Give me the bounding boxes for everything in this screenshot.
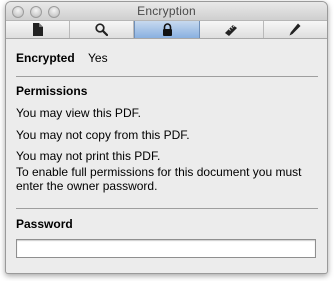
ruler-icon [225, 24, 238, 36]
tab-search[interactable] [70, 21, 135, 38]
encrypted-label: Encrypted [16, 51, 75, 65]
title-bar[interactable]: Encryption [6, 2, 327, 21]
permissions-note: To enable full permissions for this docu… [16, 165, 302, 193]
pen-icon [289, 23, 301, 36]
inspector-window: Encryption Encrypted Yes Permissions You… [5, 1, 328, 274]
section-divider [16, 76, 318, 77]
lock-icon [162, 23, 172, 36]
tab-general[interactable] [6, 21, 71, 38]
password-heading: Password [16, 217, 73, 231]
password-input[interactable] [16, 239, 316, 258]
permission-print: You may not print this PDF. [16, 149, 161, 163]
permissions-heading: Permissions [16, 84, 88, 98]
section-divider [16, 208, 318, 209]
document-icon [33, 23, 44, 36]
inspector-tabs [6, 21, 327, 39]
tab-encryption[interactable] [134, 21, 200, 38]
tab-crop[interactable] [200, 21, 264, 38]
encrypted-value: Yes [88, 51, 108, 65]
permission-copy: You may not copy from this PDF. [16, 128, 190, 142]
inspector-content: Encrypted Yes Permissions You may view t… [6, 39, 327, 273]
permission-view: You may view this PDF. [16, 106, 141, 120]
encrypted-row: Encrypted Yes [16, 51, 108, 65]
magnifier-icon [95, 23, 109, 36]
window-title: Encryption [137, 4, 196, 18]
tab-annotations[interactable] [264, 21, 327, 38]
